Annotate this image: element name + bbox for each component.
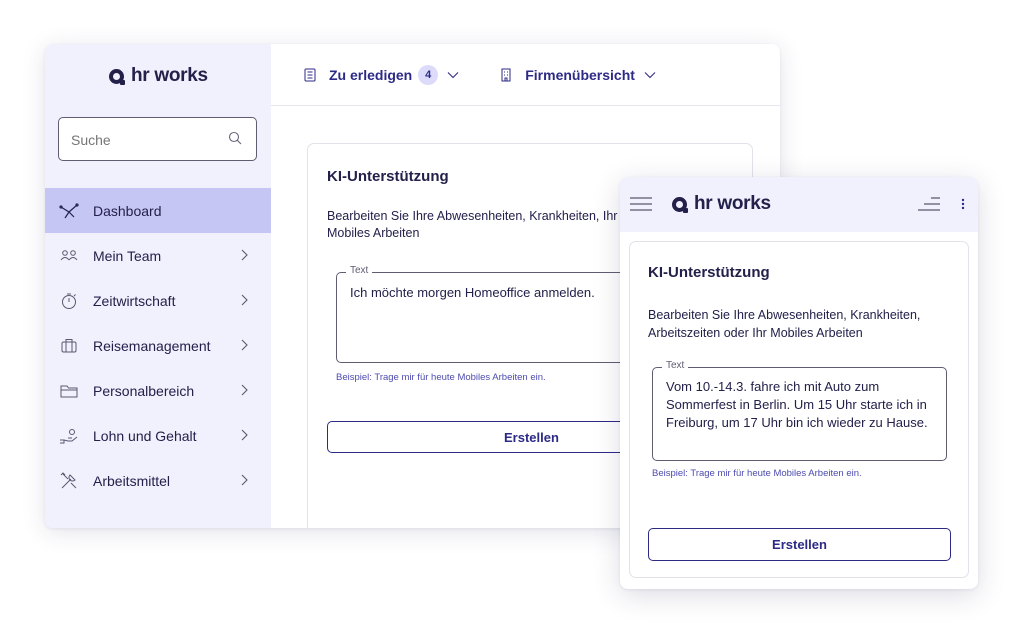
- company-overview-label: Firmenübersicht: [525, 66, 635, 83]
- chevron-right-icon: [241, 429, 248, 441]
- chevron-right-icon: [241, 339, 248, 351]
- sidebar-item-arbeitsmittel[interactable]: Arbeitsmittel: [45, 458, 271, 503]
- card-description: Bearbeiten Sie Ihre Abwesenheiten, Krank…: [327, 209, 618, 240]
- search-input[interactable]: [71, 132, 221, 148]
- sidebar-item-label: Zeitwirtschaft: [93, 292, 176, 309]
- building-icon: [501, 68, 511, 81]
- search-box[interactable]: [58, 117, 257, 161]
- todo-menu[interactable]: Zu erledigen 4: [303, 64, 459, 85]
- card-title: KI-Unterstützung: [327, 168, 449, 185]
- checklist-icon: [304, 68, 316, 81]
- sidebar-item-label: Reisemanagement: [93, 337, 211, 354]
- tools-icon: [59, 471, 79, 491]
- sidebar-item-reisemanagement[interactable]: Reisemanagement: [45, 323, 271, 368]
- chevron-right-icon: [241, 249, 248, 261]
- dashboard-icon: [59, 201, 79, 221]
- sidebar: hr works Dashboard: [45, 44, 271, 528]
- more-vertical-icon[interactable]: [960, 195, 966, 213]
- sidebar-item-label: Dashboard: [93, 202, 162, 219]
- sidebar-item-label: Mein Team: [93, 247, 162, 264]
- card-description: Bearbeiten Sie Ihre Abwesenheiten, Krank…: [648, 308, 921, 340]
- team-icon: [59, 246, 79, 266]
- hr-works-logo[interactable]: hr works: [109, 65, 208, 87]
- chevron-right-icon: [241, 384, 248, 396]
- create-button[interactable]: Erstellen: [327, 421, 627, 453]
- mobile-window: hr works KI-Unterstützung Bearbeiten Sie…: [620, 177, 978, 589]
- hamburger-menu-icon[interactable]: [629, 196, 653, 212]
- folder-icon: [59, 381, 79, 401]
- todo-count-badge: 4: [418, 64, 439, 85]
- example-hint: Beispiel: Trage mir für heute Mobiles Ar…: [652, 468, 862, 479]
- sidebar-item-label: Lohn und Gehalt: [93, 427, 197, 444]
- text-field-label: Text: [346, 265, 373, 276]
- sidebar-item-label: Arbeitsmittel: [93, 472, 171, 489]
- text-field[interactable]: Text Ich möchte morgen Homeoffice anmeld…: [336, 265, 636, 363]
- create-button[interactable]: Erstellen: [648, 528, 951, 561]
- chevron-down-icon: [644, 71, 656, 78]
- sidebar-nav: Dashboard Mein Team Zeitwirtschaft Reise…: [45, 188, 271, 503]
- text-field[interactable]: Text Vom 10.-14.3. fahre ich mit Auto zu…: [652, 360, 947, 461]
- text-field-value[interactable]: Ich möchte morgen Homeoffice anmelden.: [350, 285, 595, 300]
- example-hint: Beispiel: Trage mir für heute Mobiles Ar…: [336, 372, 546, 383]
- search-icon[interactable]: [228, 131, 242, 145]
- sidebar-item-dashboard[interactable]: Dashboard: [45, 188, 271, 233]
- topbar: Zu erledigen 4 Firmenübersicht: [271, 44, 780, 106]
- company-overview-menu[interactable]: Firmenübersicht: [499, 67, 656, 83]
- sidebar-item-lohn-und-gehalt[interactable]: Lohn und Gehalt: [45, 413, 271, 458]
- card-title: KI-Unterstützung: [648, 264, 770, 281]
- sort-lines-icon[interactable]: [917, 196, 941, 212]
- logo-mark-icon: [109, 68, 125, 85]
- logo-text: hr works: [694, 193, 771, 214]
- text-field-value[interactable]: Vom 10.-14.3. fahre ich mit Auto zum Som…: [666, 378, 941, 432]
- chevron-right-icon: [241, 294, 248, 306]
- sidebar-item-zeitwirtschaft[interactable]: Zeitwirtschaft: [45, 278, 271, 323]
- sidebar-item-mein-team[interactable]: Mein Team: [45, 233, 271, 278]
- text-field-label: Text: [662, 360, 689, 371]
- ai-support-card: KI-Unterstützung Bearbeiten Sie Ihre Abw…: [629, 241, 969, 578]
- sidebar-item-personalbereich[interactable]: Personalbereich: [45, 368, 271, 413]
- todo-label: Zu erledigen: [329, 66, 413, 83]
- mobile-header: hr works: [620, 177, 978, 232]
- chevron-right-icon: [241, 474, 248, 486]
- sidebar-item-label: Personalbereich: [93, 382, 195, 399]
- logo-mark-icon: [672, 196, 688, 213]
- stopwatch-icon: [59, 291, 79, 311]
- hr-works-logo[interactable]: hr works: [672, 193, 771, 215]
- money-hand-icon: [59, 426, 79, 446]
- luggage-icon: [59, 336, 79, 356]
- logo-text: hr works: [131, 65, 208, 86]
- create-button-label: Erstellen: [504, 430, 559, 445]
- chevron-down-icon: [447, 71, 459, 78]
